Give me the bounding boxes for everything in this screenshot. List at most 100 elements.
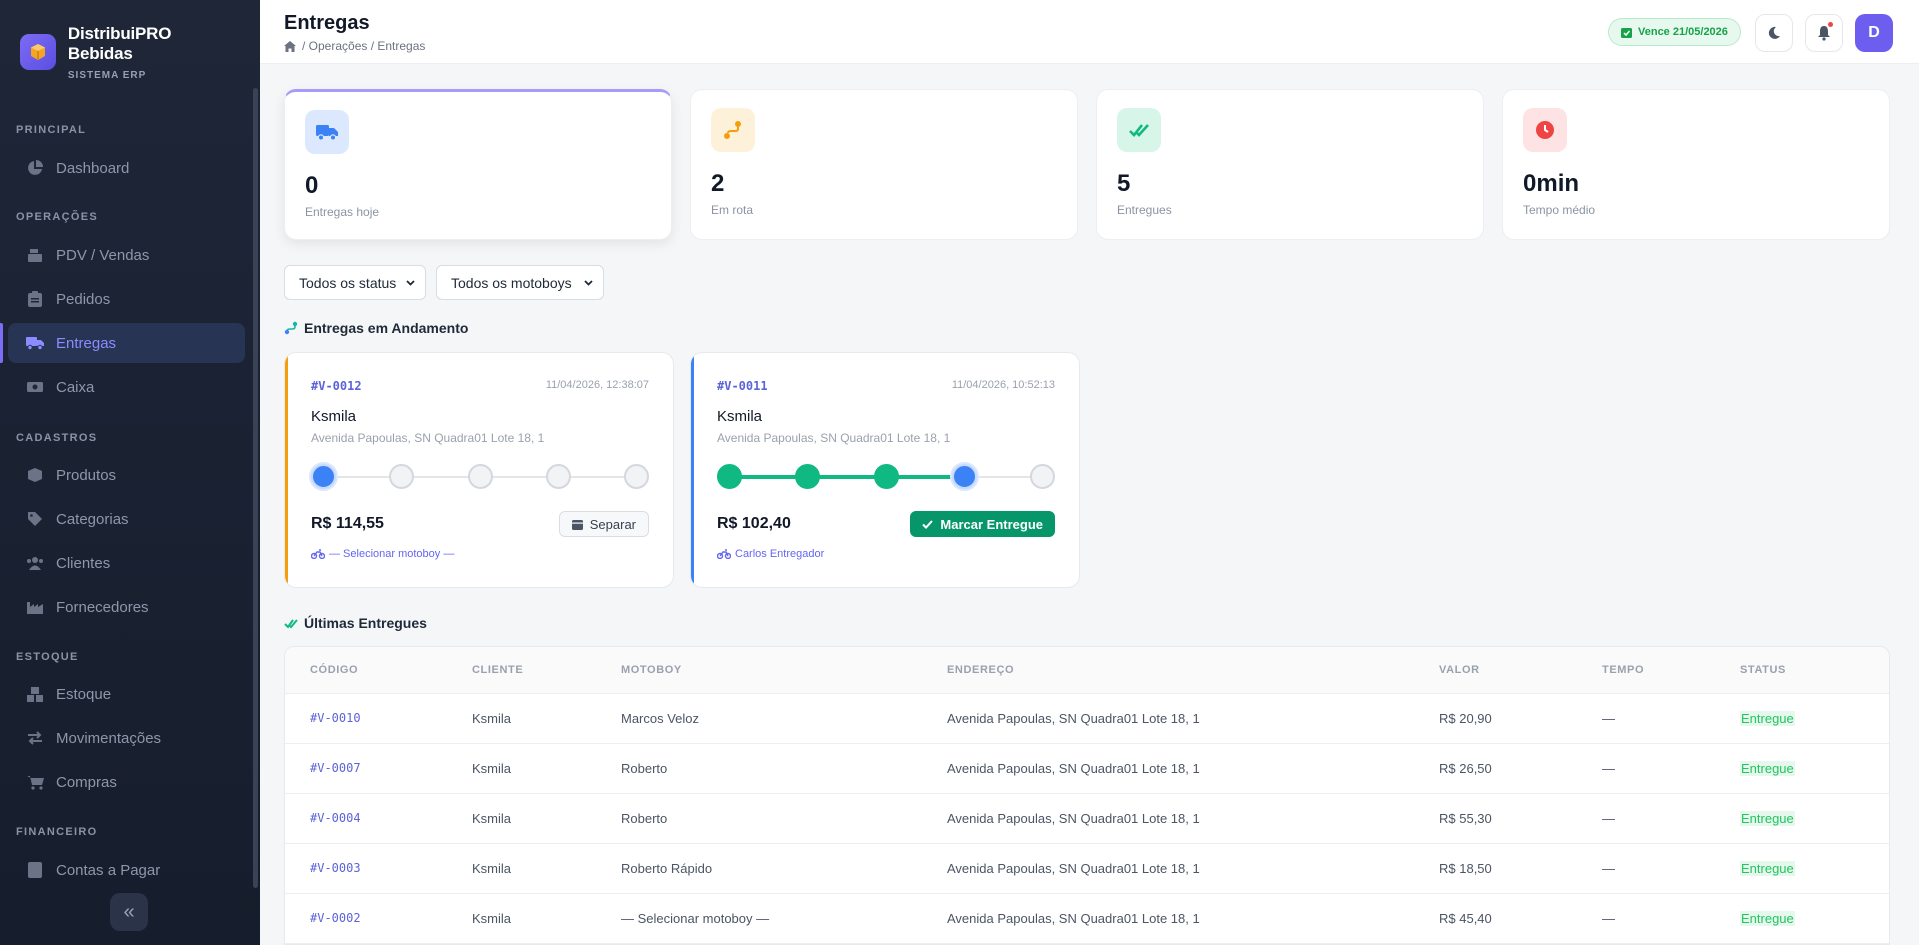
brand[interactable]: DistribuiPRO Bebidas SISTEMA ERP	[0, 0, 260, 81]
motoboy-selector[interactable]: Carlos Entregador	[717, 548, 824, 560]
in-progress-title: Entregas em Andamento	[304, 320, 469, 336]
cell-client: Ksmila	[472, 911, 512, 926]
delivery-code: #V-0012	[311, 379, 362, 393]
delivered-table: CÓDIGO CLIENTE MOTOBOY ENDEREÇO VALOR TE…	[284, 646, 1890, 945]
column-header[interactable]: STATUS	[1740, 664, 1786, 676]
column-header[interactable]: ENDEREÇO	[947, 664, 1014, 676]
dark-mode-toggle[interactable]	[1755, 14, 1793, 52]
sidebar-item-fornecedores[interactable]: Fornecedores	[8, 587, 245, 627]
cell-code[interactable]: #V-0007	[310, 761, 361, 775]
column-header[interactable]: MOTOBOY	[621, 664, 682, 676]
delivery-progress-tracker	[717, 464, 1055, 490]
sidebar-item-label: Compras	[56, 773, 117, 791]
calendar-check-icon	[1621, 27, 1632, 38]
step-dot[interactable]	[624, 464, 649, 489]
sidebar-item-estoque[interactable]: Estoque	[8, 674, 245, 714]
step-dot[interactable]	[795, 464, 820, 489]
status-filter-value: Todos os status	[299, 274, 397, 291]
column-header[interactable]: CLIENTE	[472, 664, 523, 676]
cell-motoboy: Roberto	[621, 761, 668, 776]
table-row[interactable]: #V-0004 Ksmila Roberto Avenida Papoulas,…	[285, 794, 1889, 844]
stat-label: Entregues	[1117, 203, 1172, 217]
sidebar-item-clientes[interactable]: Clientes	[8, 543, 245, 583]
table-row[interactable]: #V-0003 Ksmila Roberto Rápido Avenida Pa…	[285, 844, 1889, 894]
status-badge: Entregue	[1740, 861, 1795, 876]
brand-subtitle: SISTEMA ERP	[67, 69, 147, 81]
cell-motoboy: — Selecionar motoboy —	[621, 911, 770, 926]
sidebar-item-label: Clientes	[56, 554, 111, 572]
delivery-date: 11/04/2026, 10:52:13	[951, 379, 1055, 391]
cell-time: —	[1602, 861, 1615, 876]
step-dot[interactable]	[468, 464, 493, 489]
motoboy-selector[interactable]: — Selecionar motoboy —	[311, 548, 454, 560]
home-icon[interactable]	[284, 40, 296, 52]
cell-code[interactable]: #V-0004	[310, 811, 361, 825]
marcar-entregue-button[interactable]: Marcar Entregue	[910, 511, 1055, 537]
check-double-icon	[1117, 108, 1161, 152]
cell-value: R$ 18,50	[1439, 861, 1492, 876]
sidebar-item-pedidos[interactable]: Pedidos	[8, 279, 245, 319]
stat-card-em-rota: 2 Em rota	[690, 89, 1078, 240]
status-badge: Entregue	[1740, 811, 1795, 826]
delivery-card[interactable]: #V-0012 11/04/2026, 12:38:07 Ksmila Aven…	[284, 352, 674, 588]
sidebar-item-categorias[interactable]: Categorias	[8, 499, 245, 539]
cell-code[interactable]: #V-0003	[310, 861, 361, 875]
sidebar-item-label: Contas a Pagar	[56, 861, 161, 879]
user-avatar[interactable]: D	[1855, 14, 1893, 52]
step-dot[interactable]	[952, 464, 977, 489]
truck-icon	[26, 334, 44, 352]
section-estoque: ESTOQUE	[16, 651, 79, 663]
delivery-code: #V-0011	[717, 379, 768, 393]
cell-motoboy: Roberto Rápido	[621, 861, 713, 876]
table-row[interactable]: #V-0002 Ksmila — Selecionar motoboy — Av…	[285, 894, 1889, 944]
sidebar-item-contas-a-pagar[interactable]: Contas a Pagar	[8, 850, 245, 890]
card-accent-bar	[285, 353, 288, 587]
motoboy-filter-select[interactable]: Todos os motoboys	[436, 265, 604, 300]
separar-button[interactable]: Separar	[558, 511, 649, 537]
sidebar-item-label: Produtos	[56, 466, 117, 484]
motoboy-name: Carlos Entregador	[735, 548, 825, 560]
sidebar-item-entregas[interactable]: Entregas	[8, 323, 245, 363]
sidebar-item-dashboard[interactable]: Dashboard	[8, 148, 245, 188]
cell-code[interactable]: #V-0002	[310, 911, 361, 925]
sidebar-item-label: Categorias	[56, 510, 129, 528]
sidebar-item-label: Caixa	[56, 378, 95, 396]
boxes-icon	[26, 685, 44, 703]
step-dot[interactable]	[389, 464, 414, 489]
status-filter-select[interactable]: Todos os status	[284, 265, 426, 300]
delivery-card[interactable]: #V-0011 11/04/2026, 10:52:13 Ksmila Aven…	[690, 352, 1080, 588]
notification-dot	[1828, 22, 1833, 27]
column-header[interactable]: VALOR	[1439, 664, 1480, 676]
table-row[interactable]: #V-0010 Ksmila Marcos Veloz Avenida Papo…	[285, 694, 1889, 744]
chevron-down-icon	[584, 279, 593, 286]
notifications-button[interactable]	[1805, 14, 1843, 52]
clock-icon	[1523, 108, 1567, 152]
sidebar-item-movimentacoes[interactable]: Movimentações	[8, 718, 245, 758]
sidebar-item-produtos[interactable]: Produtos	[8, 455, 245, 495]
status-badge: Entregue	[1740, 711, 1795, 726]
cell-code[interactable]: #V-0010	[310, 711, 361, 725]
sidebar-item-pdv[interactable]: PDV / Vendas	[8, 235, 245, 275]
step-dot[interactable]	[311, 464, 336, 489]
column-header[interactable]: TEMPO	[1602, 664, 1644, 676]
column-header[interactable]: CÓDIGO	[310, 664, 358, 676]
cell-time: —	[1602, 711, 1615, 726]
status-badge: Entregue	[1740, 761, 1795, 776]
cell-client: Ksmila	[472, 861, 512, 876]
sidebar-item-caixa[interactable]: Caixa	[8, 367, 245, 407]
sidebar-item-compras[interactable]: Compras	[8, 762, 245, 802]
double-chevron-left-icon: «	[123, 900, 135, 923]
breadcrumb: / Operações / Entregas	[284, 39, 425, 53]
cell-address: Avenida Papoulas, SN Quadra01 Lote 18, 1	[947, 811, 1200, 826]
section-cadastros: CADASTROS	[16, 432, 98, 444]
step-dot[interactable]	[874, 464, 899, 489]
collapse-sidebar-button[interactable]: «	[110, 893, 148, 931]
step-dot[interactable]	[717, 464, 742, 489]
moon-icon	[1767, 26, 1781, 40]
table-row[interactable]: #V-0007 Ksmila Roberto Avenida Papoulas,…	[285, 744, 1889, 794]
step-dot[interactable]	[546, 464, 571, 489]
step-dot[interactable]	[1030, 464, 1055, 489]
box-logo-icon	[20, 34, 56, 70]
users-icon	[26, 554, 44, 572]
sidebar-scrollbar[interactable]	[253, 88, 258, 888]
